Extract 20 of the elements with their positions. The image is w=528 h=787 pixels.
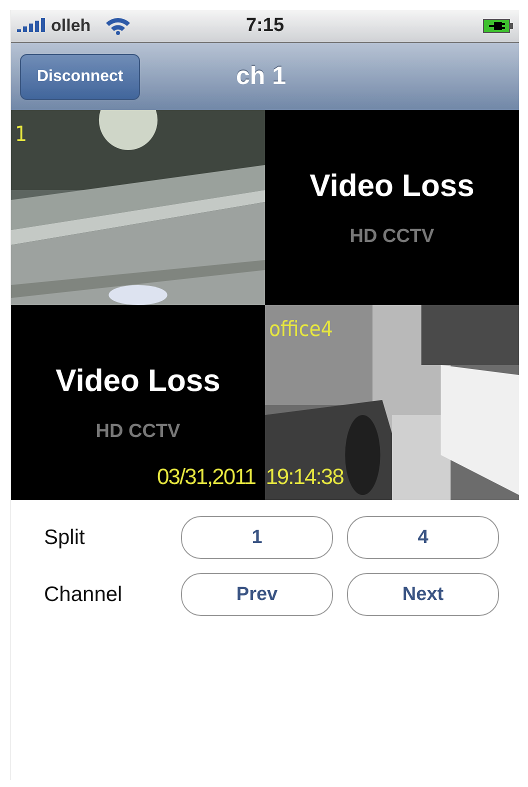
video-loss-text: Video Loss xyxy=(310,168,474,204)
wifi-icon xyxy=(104,17,131,35)
video-loss-text: Video Loss xyxy=(56,362,220,398)
control-button[interactable]: Prev xyxy=(181,573,333,616)
control-button[interactable]: Next xyxy=(347,573,499,616)
battery-charging-icon xyxy=(483,19,513,33)
control-button[interactable]: 4 xyxy=(347,516,499,559)
disconnect-button[interactable]: Disconnect xyxy=(20,54,140,100)
brand-text: HD CCTV xyxy=(96,420,180,442)
clock-time: 7:15 xyxy=(246,15,284,37)
camera-label: office4 xyxy=(269,317,333,341)
control-label: Channel xyxy=(43,582,124,606)
control-button[interactable]: 1 xyxy=(181,516,333,559)
brand-text: HD CCTV xyxy=(350,226,434,248)
screen-title: ch 1 xyxy=(236,62,286,91)
carrier-name: olleh xyxy=(51,16,91,36)
timestamp: 03/31,2011 19:14:38 xyxy=(157,464,344,490)
control-label: Split xyxy=(43,526,86,550)
camera-label: 1 xyxy=(15,122,28,146)
signal-icon xyxy=(17,18,47,34)
